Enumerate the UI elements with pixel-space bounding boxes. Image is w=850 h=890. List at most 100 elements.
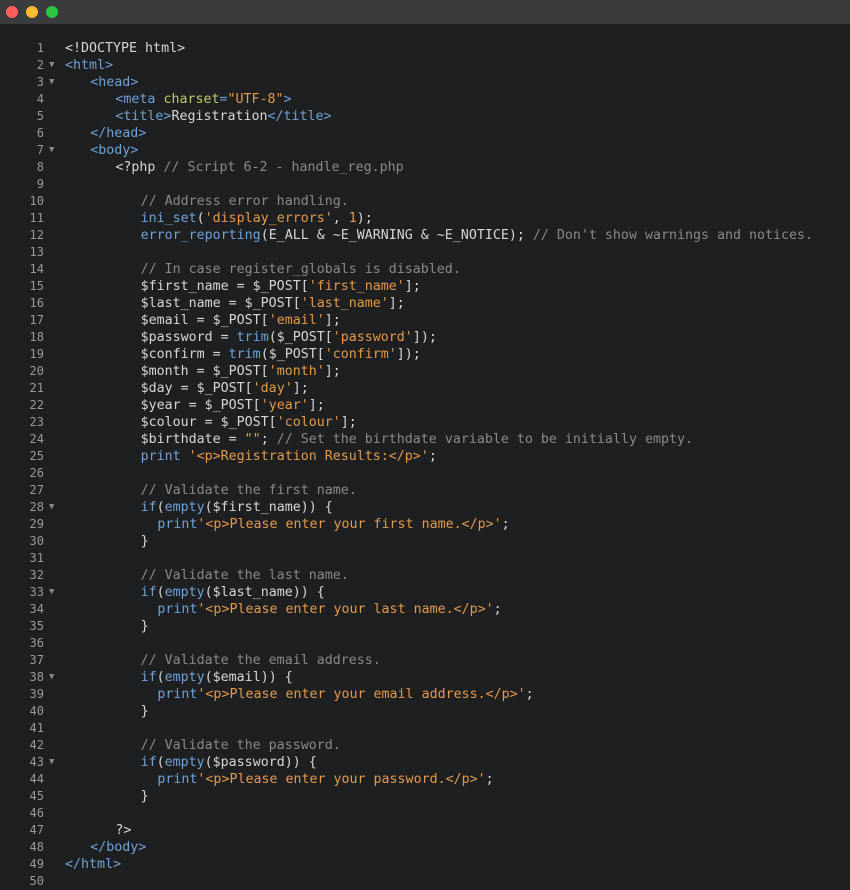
code-line[interactable]: 38 ▼ if(empty($email)) { (0, 669, 850, 686)
code-text: <meta charset="UTF-8"> (115, 91, 291, 108)
fold-toggle-icon[interactable]: ▼ (49, 74, 54, 91)
code-token: $confirm = (140, 347, 229, 362)
code-token: ; (501, 517, 510, 532)
code-line[interactable]: 1 <!DOCTYPE html> (0, 40, 850, 57)
code-text: error_reporting(E_ALL & ~E_WARNING & ~E_… (141, 227, 813, 244)
code-line[interactable]: 2 ▼ <html> (0, 57, 850, 74)
fold-toggle-icon[interactable]: ▼ (49, 57, 54, 74)
code-line[interactable]: 30} (0, 533, 850, 550)
code-line[interactable]: 34 print'<p>Please enter your last name.<… (0, 601, 850, 618)
fold-toggle-icon[interactable]: ▼ (49, 142, 54, 159)
code-token: // Validate the password. (140, 738, 341, 753)
fold-toggle-icon[interactable]: ▼ (49, 754, 54, 771)
code-token: ( (156, 755, 165, 770)
code-line[interactable]: 20 $month = $_POST['month']; (0, 363, 850, 380)
code-line[interactable]: 40} (0, 703, 850, 720)
code-line[interactable]: 42 // Validate the password. (0, 737, 850, 754)
line-number: 41 (29, 721, 44, 735)
code-token: // In case register_globals is disabled. (140, 262, 461, 277)
code-token: 'display_errors' (204, 211, 333, 226)
code-line[interactable]: 18 $password = trim($_POST['password']); (0, 329, 850, 346)
code-text: print'<p>Please enter your first name.</… (157, 516, 509, 533)
code-token: (E_ALL & ~E_WARNING & ~E_NOTICE); (260, 228, 533, 243)
line-number: 11 (29, 211, 44, 225)
code-line[interactable]: 36 (0, 635, 850, 652)
code-line[interactable]: 47 ?> (0, 822, 850, 839)
line-number: 46 (29, 806, 44, 820)
code-editor[interactable]: 1 <!DOCTYPE html> 2 ▼ <html> 3 ▼ <head> 4 <meta c… (0, 40, 850, 890)
code-token: 'day' (252, 381, 293, 396)
code-line[interactable]: 15 $first_name = $_POST['first_name']; (0, 278, 850, 295)
code-line[interactable]: 11 ini_set('display_errors', 1); (0, 210, 850, 227)
code-line[interactable]: 29 print'<p>Please enter your first name.… (0, 516, 850, 533)
code-line[interactable]: 4 <meta charset="UTF-8"> (0, 91, 850, 108)
code-token: print (157, 687, 198, 702)
code-line[interactable]: 32 // Validate the last name. (0, 567, 850, 584)
code-line[interactable]: 14 // In case register_globals is disable… (0, 261, 850, 278)
code-line[interactable]: 13 (0, 244, 850, 261)
fold-toggle-icon[interactable]: ▼ (49, 499, 54, 516)
code-line[interactable]: 6 </head> (0, 125, 850, 142)
code-line[interactable]: 48 </body> (0, 839, 850, 856)
code-line[interactable]: 10 // Address error handling. (0, 193, 850, 210)
fold-toggle-icon[interactable]: ▼ (49, 669, 54, 686)
code-line[interactable]: 17 $email = $_POST['email']; (0, 312, 850, 329)
code-token: ($last_name)) { (204, 585, 325, 600)
code-line[interactable]: 19 $confirm = trim($_POST['confirm']); (0, 346, 850, 363)
code-token: ($password)) { (204, 755, 317, 770)
close-window-button[interactable] (6, 6, 18, 18)
code-line[interactable]: 23 $colour = $_POST['colour']; (0, 414, 850, 431)
maximize-window-button[interactable] (46, 6, 58, 18)
code-text: $day = $_POST['day']; (141, 380, 309, 397)
code-line[interactable]: 21 $day = $_POST['day']; (0, 380, 850, 397)
fold-toggle-icon[interactable]: ▼ (49, 584, 54, 601)
line-number: 29 (29, 517, 44, 531)
code-line[interactable]: 49 </html> (0, 856, 850, 873)
code-line[interactable]: 27 // Validate the first name. (0, 482, 850, 499)
code-token: ($_POST[ (260, 347, 325, 362)
code-line[interactable]: 50 (0, 873, 850, 890)
line-number: 3 (36, 75, 44, 89)
line-number: 40 (29, 704, 44, 718)
code-token: } (140, 534, 149, 549)
code-line[interactable]: 5 <title>Registration</title> (0, 108, 850, 125)
code-line[interactable]: 22 $year = $_POST['year']; (0, 397, 850, 414)
code-token: ; (260, 432, 277, 447)
code-line[interactable]: 41 (0, 720, 850, 737)
code-line[interactable]: 31 (0, 550, 850, 567)
code-line[interactable]: 3 ▼ <head> (0, 74, 850, 91)
code-text: $confirm = trim($_POST['confirm']); (141, 346, 421, 363)
code-text: <body> (90, 142, 138, 159)
code-line[interactable]: 16 $last_name = $_POST['last_name']; (0, 295, 850, 312)
code-token: empty (164, 670, 205, 685)
code-line[interactable]: 26 (0, 465, 850, 482)
code-line[interactable]: 33 ▼ if(empty($last_name)) { (0, 584, 850, 601)
code-line[interactable]: 9 (0, 176, 850, 193)
code-token: ]; (292, 381, 309, 396)
code-line[interactable]: 39 print'<p>Please enter your email addre… (0, 686, 850, 703)
code-text: ?> (115, 822, 131, 839)
code-text: $colour = $_POST['colour']; (141, 414, 357, 431)
minimize-window-button[interactable] (26, 6, 38, 18)
code-line[interactable]: 24 $birthdate = ""; // Set the birthdate … (0, 431, 850, 448)
code-line[interactable]: 45} (0, 788, 850, 805)
code-text: // Address error handling. (141, 193, 349, 210)
line-number: 27 (29, 483, 44, 497)
code-line[interactable]: 46 (0, 805, 850, 822)
line-number: 38 (29, 670, 44, 684)
code-line[interactable]: 12 error_reporting(E_ALL & ~E_WARNING & ~… (0, 227, 850, 244)
code-line[interactable]: 37 // Validate the email address. (0, 652, 850, 669)
code-line[interactable]: 43 ▼ if(empty($password)) { (0, 754, 850, 771)
code-line[interactable]: 7 ▼ <body> (0, 142, 850, 159)
line-number: 9 (36, 177, 44, 191)
code-token: ; (485, 772, 494, 787)
code-line[interactable]: 44 print'<p>Please enter your password.</… (0, 771, 850, 788)
code-line[interactable]: 28 ▼ if(empty($first_name)) { (0, 499, 850, 516)
line-number: 8 (36, 160, 44, 174)
code-line[interactable]: 25 print '<p>Registration Results:</p>'; (0, 448, 850, 465)
code-line[interactable]: 35} (0, 618, 850, 635)
code-token: '<p>Please enter your email address.</p>… (197, 687, 526, 702)
code-token: // Validate the first name. (140, 483, 357, 498)
code-line[interactable]: 8 <?php // Script 6-2 - handle_reg.php (0, 159, 850, 176)
code-token: ; (493, 602, 502, 617)
